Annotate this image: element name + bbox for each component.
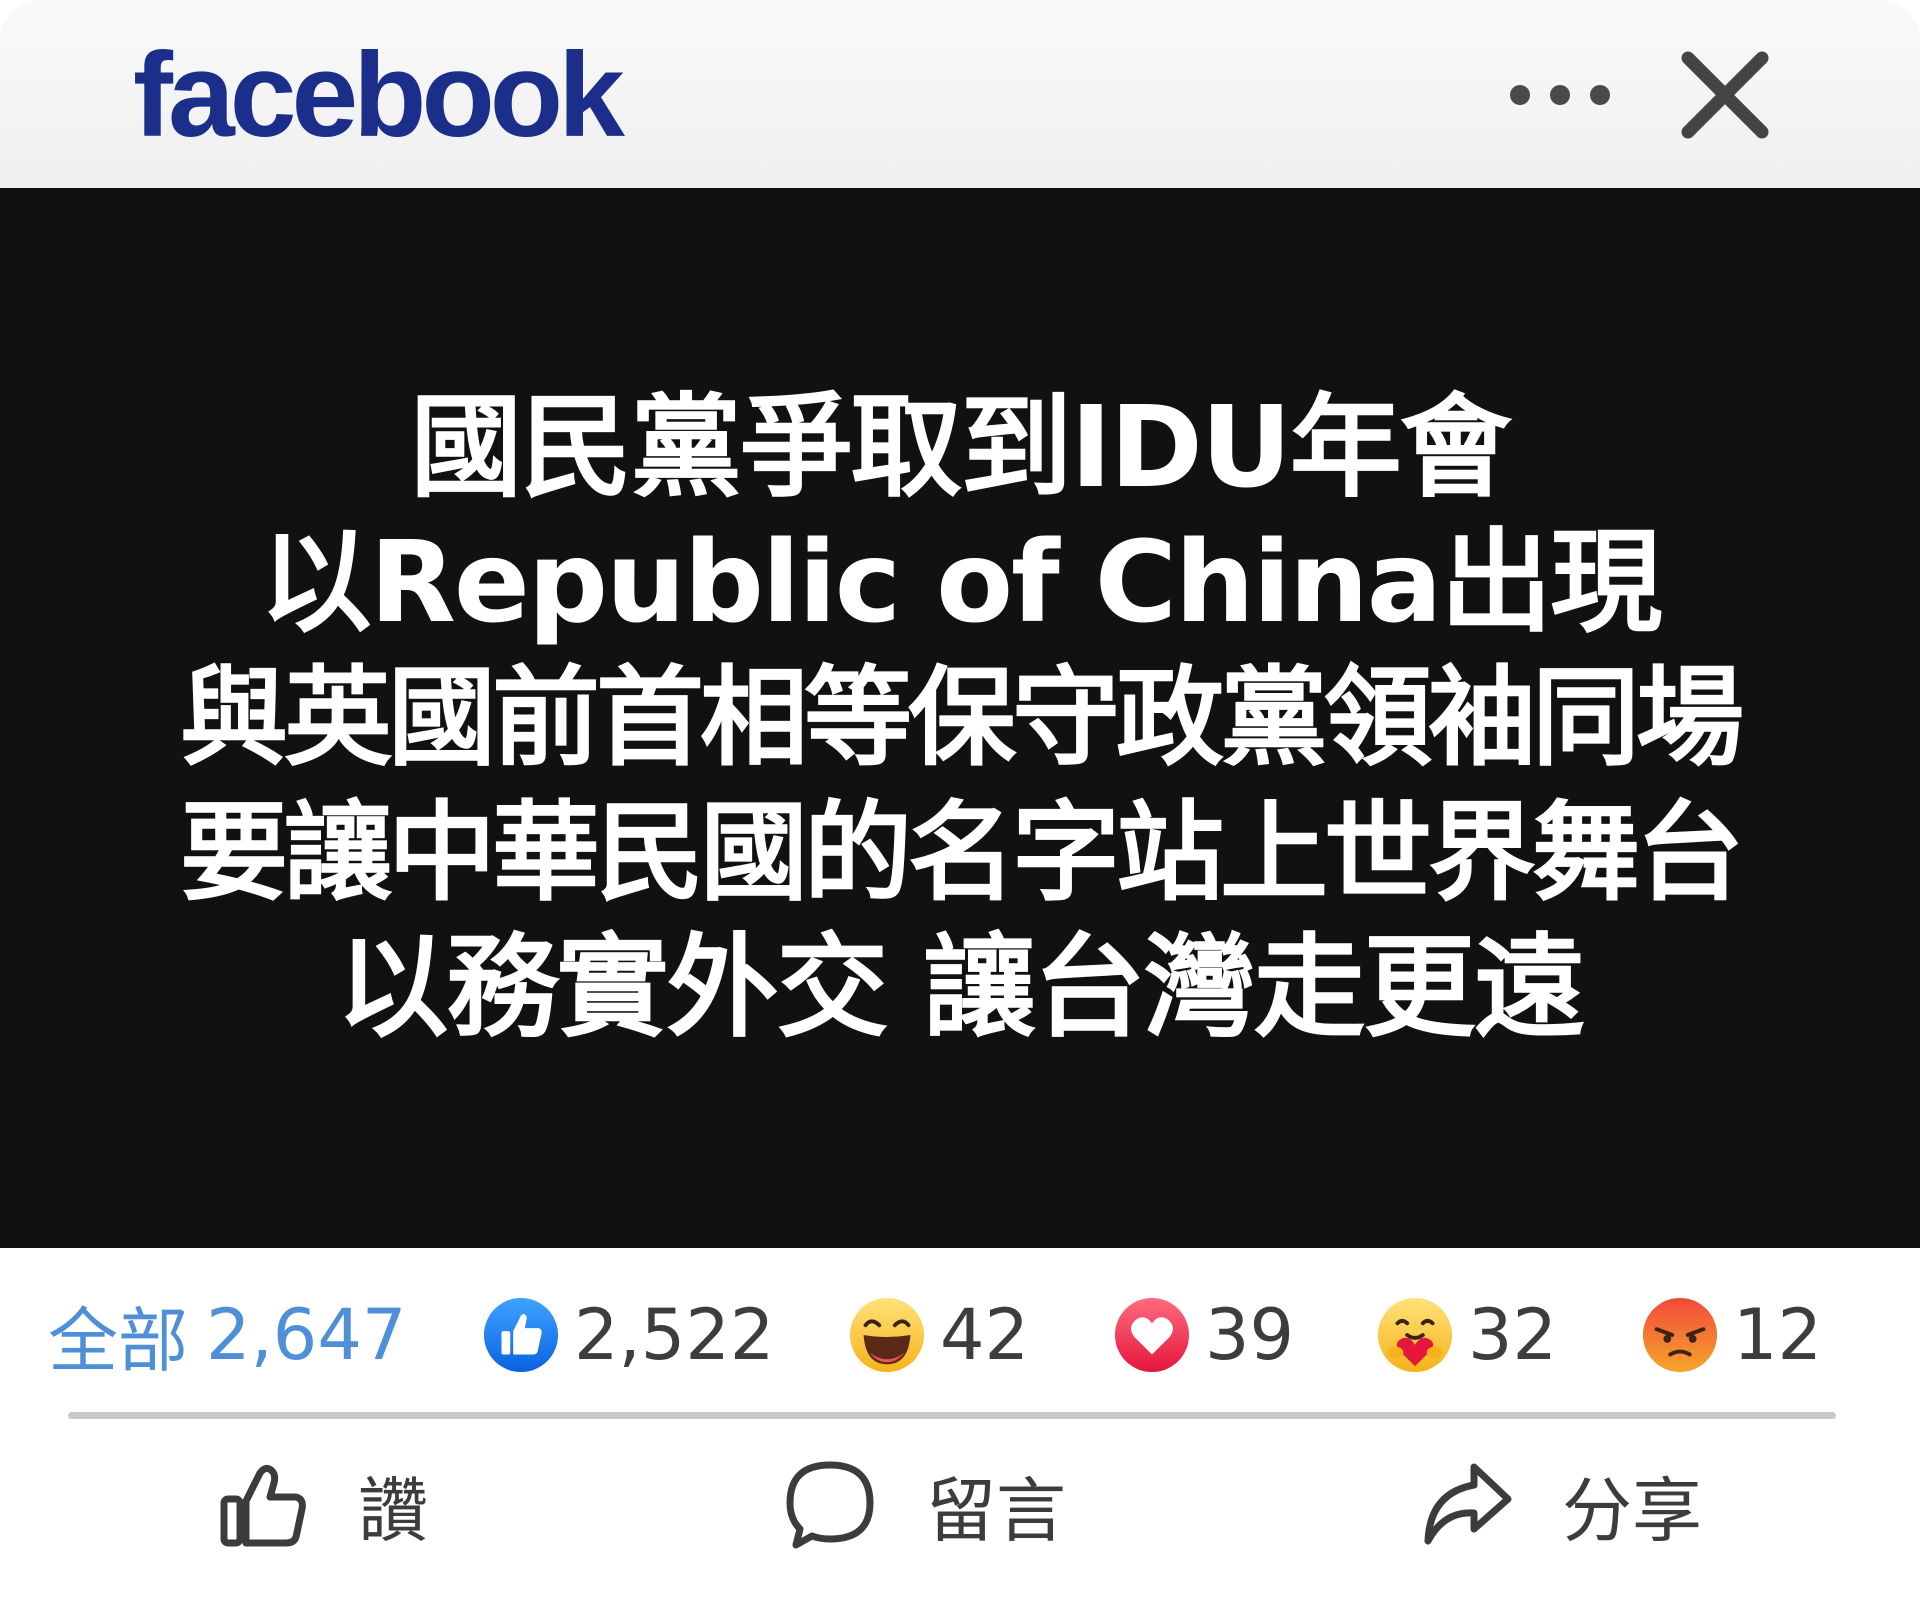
more-dots-icon [1510,85,1610,105]
post-text-line-3: 與英國前首相等保守政黨領袖同場 [179,655,1744,781]
like-button[interactable]: 讚 [218,1440,428,1570]
post-image[interactable]: 國民黨爭取到IDU年會 以Republic of China出現 與英國前首相等… [0,188,1920,1248]
post-text-line-1: 國民黨爭取到IDU年會 [410,382,1512,513]
angry-reaction-count: 12 [1733,1294,1823,1376]
care-reaction-count: 32 [1468,1294,1558,1376]
love-reaction-count: 39 [1205,1294,1295,1376]
care-reaction-icon [1377,1297,1453,1373]
close-icon [1681,51,1769,139]
all-reactions-count: 2,647 [206,1294,407,1376]
haha-reaction-icon [849,1297,925,1373]
like-reaction-tab[interactable]: 2,522 [482,1280,774,1390]
top-bar: facebook [0,0,1920,188]
post-text-line-5: 以務實外交 讓台灣走更遠 [336,922,1586,1053]
like-button-label: 讚 [358,1469,428,1552]
thumbs-up-icon [220,1464,306,1547]
like-reaction-icon [483,1297,559,1373]
all-reactions-label: 全部 [48,1299,188,1382]
more-options-button[interactable] [1500,70,1620,120]
angry-reaction-icon [1642,1297,1718,1373]
love-reaction-icon [1114,1297,1190,1373]
comment-bubble-icon [786,1461,874,1549]
post-text-line-4: 要讓中華民國的名字站上世界舞台 [179,790,1744,916]
comment-button-label: 留言 [926,1469,1066,1552]
post-text-line-2: 以Republic of China出現 [259,517,1663,648]
facebook-logo[interactable]: facebook [133,30,625,160]
close-button[interactable] [1670,40,1780,150]
all-reactions-tab[interactable]: 全部 2,647 [48,1280,406,1390]
share-button[interactable]: 分享 [1418,1440,1702,1570]
reactions-bar: 全部 2,647 2,522 42 39 32 12 [0,1280,1920,1390]
haha-reaction-tab[interactable]: 42 [848,1280,1029,1390]
share-button-label: 分享 [1562,1469,1702,1552]
haha-reaction-count: 42 [940,1294,1030,1376]
like-reaction-count: 2,522 [574,1294,775,1376]
care-reaction-tab[interactable]: 32 [1376,1280,1557,1390]
comment-button[interactable]: 留言 [782,1440,1066,1570]
angry-reaction-tab[interactable]: 12 [1641,1280,1822,1390]
divider [68,1412,1836,1419]
love-reaction-tab[interactable]: 39 [1113,1280,1294,1390]
share-arrow-icon [1424,1463,1512,1545]
